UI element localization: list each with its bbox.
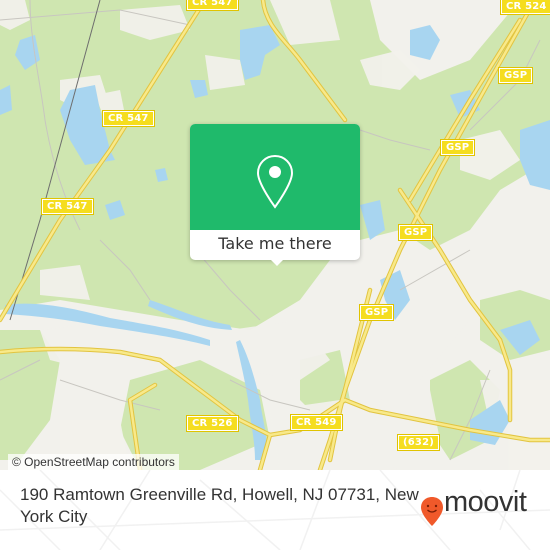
location-popup: Take me there <box>190 124 360 266</box>
moovit-logo[interactable]: moovit <box>420 484 540 526</box>
road-label-gsp: GSP <box>439 139 476 156</box>
road-label-cr547: CR 547 <box>41 198 94 215</box>
road-label-gsp: GSP <box>358 304 395 321</box>
road-label-632: (632) <box>396 434 441 451</box>
map-attribution[interactable]: © OpenStreetMap contributors <box>8 454 179 470</box>
address-text: 190 Ramtown Greenville Rd, Howell, NJ 07… <box>20 485 419 526</box>
map-view[interactable]: CR 547 CR 547 CR 547 CR 524 GSP GSP GSP … <box>0 0 550 470</box>
road-label-gsp: GSP <box>497 67 534 84</box>
road-label-cr549: CR 549 <box>290 414 343 431</box>
road-label-gsp: GSP <box>397 224 434 241</box>
popup-pointer <box>269 258 285 266</box>
road-label-cr547: CR 547 <box>186 0 239 11</box>
moovit-wordmark: moovit <box>444 486 527 518</box>
take-me-there-button[interactable]: Take me there <box>190 230 360 260</box>
road-label-cr524: CR 524 <box>500 0 550 15</box>
road-label-cr526: CR 526 <box>186 415 239 432</box>
footer: 190 Ramtown Greenville Rd, Howell, NJ 07… <box>0 470 550 550</box>
road-label-cr547: CR 547 <box>102 110 155 127</box>
location-pin-icon <box>256 154 294 209</box>
popup-header <box>190 124 360 230</box>
moovit-smiley-pin-icon <box>421 497 443 526</box>
